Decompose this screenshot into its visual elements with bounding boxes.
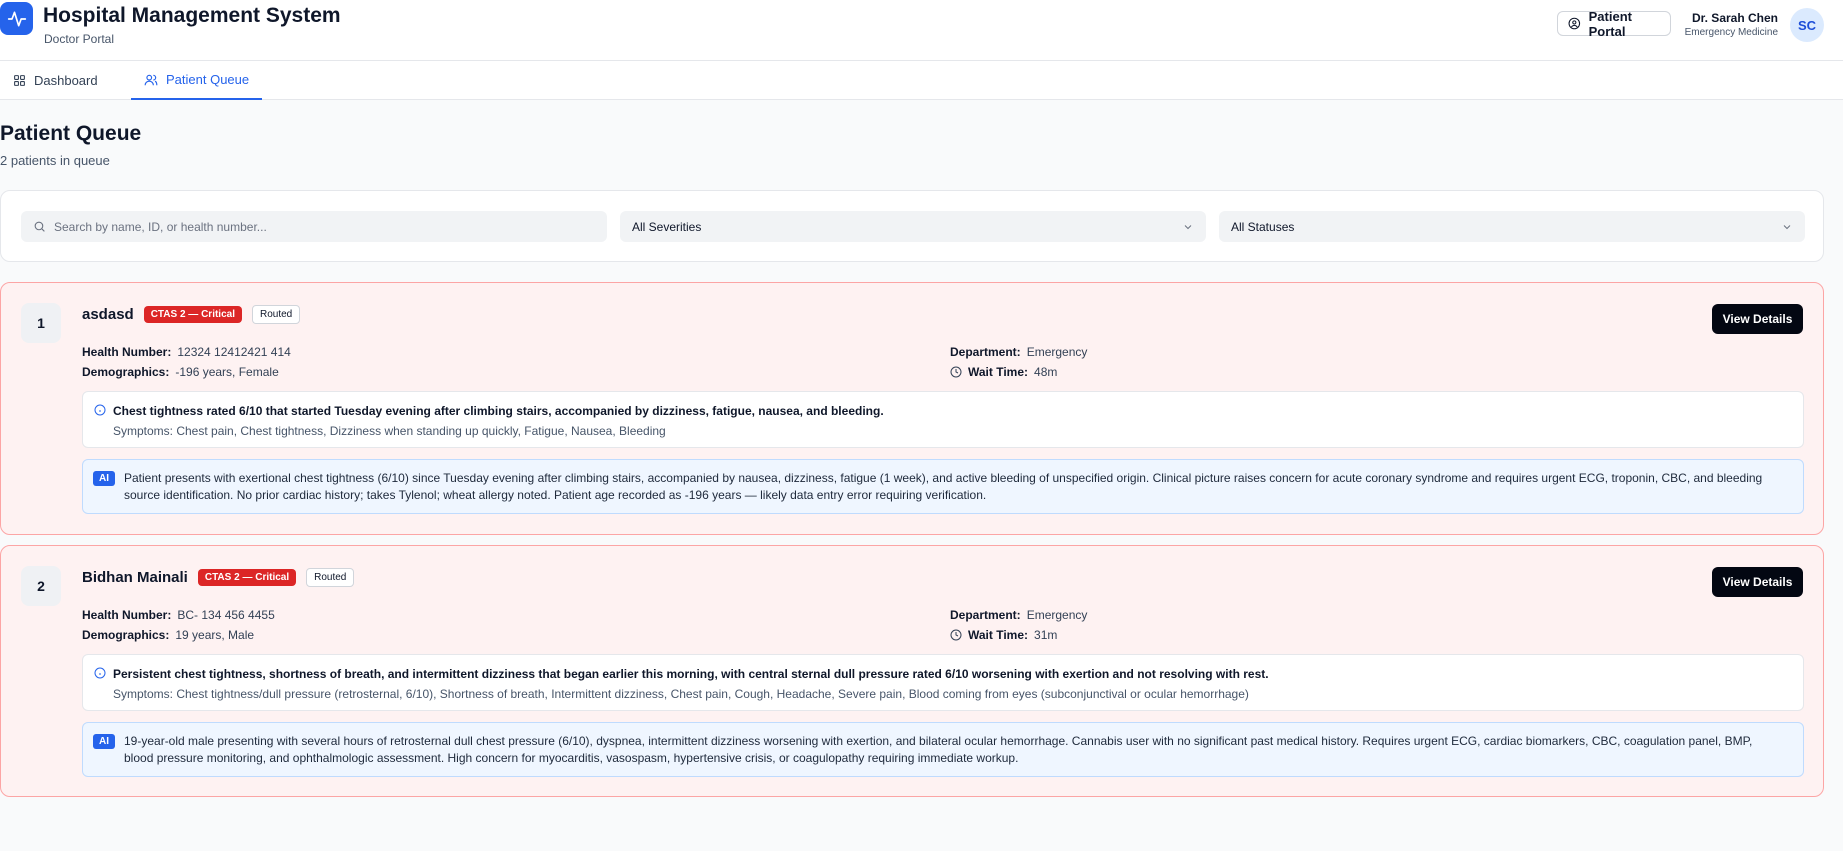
patient-header: Bidhan Mainali CTAS 2 — Critical Routed <box>82 568 355 587</box>
patient-name: Bidhan Mainali <box>82 569 188 586</box>
tab-patient-queue-label: Patient Queue <box>166 72 250 87</box>
tab-dashboard[interactable]: Dashboard <box>13 61 98 100</box>
search-input[interactable] <box>54 219 594 234</box>
wait-time-value: 31m <box>1034 628 1058 642</box>
info-icon <box>94 404 106 416</box>
demographics-label: Demographics: <box>82 365 170 379</box>
severity-badge: CTAS 2 — Critical <box>143 306 242 323</box>
status-select-value: All Statuses <box>1231 219 1295 234</box>
view-details-button[interactable]: View Details <box>1712 567 1803 597</box>
ai-badge: AI <box>93 734 115 749</box>
department-value: Emergency <box>1026 608 1088 622</box>
ai-summary-text: Patient presents with exertional chest t… <box>124 471 1763 502</box>
chevron-down-icon <box>1783 224 1791 229</box>
patient-header: asdasd CTAS 2 — Critical Routed <box>82 305 301 324</box>
patient-card: 2 Bidhan Mainali CTAS 2 — Critical Route… <box>0 545 1824 797</box>
complaint-text: Persistent chest tightness, shortness of… <box>113 667 1269 681</box>
tab-patient-queue[interactable]: Patient Queue <box>131 61 263 100</box>
symptoms-text: Symptoms: Chest tightness/dull pressure … <box>113 687 1249 701</box>
queue-count: 2 patients in queue <box>0 153 110 168</box>
health-number-label: Health Number: <box>82 608 172 622</box>
status-select[interactable]: All Statuses <box>1219 211 1805 242</box>
complaint-text: Chest tightness rated 6/10 that started … <box>113 404 884 418</box>
severity-select[interactable]: All Severities <box>620 211 1206 242</box>
wait-time-label: Wait Time: <box>968 365 1029 379</box>
activity-icon[interactable] <box>0 2 33 35</box>
status-badge: Routed <box>306 568 355 587</box>
chief-complaint: Persistent chest tightness, shortness of… <box>82 654 1804 711</box>
search-icon <box>34 221 45 232</box>
grid-icon <box>14 75 25 86</box>
wait-time-field: Wait Time: 48m <box>950 365 1057 379</box>
search-box[interactable] <box>21 211 607 242</box>
filter-bar: All Severities All Statuses <box>0 190 1824 262</box>
demographics-value: 19 years, Male <box>175 628 255 642</box>
symptoms-text: Symptoms: Chest pain, Chest tightness, D… <box>113 424 666 438</box>
demographics-value: -196 years, Female <box>175 365 279 379</box>
tab-dashboard-label: Dashboard <box>34 73 98 88</box>
wait-time-field: Wait Time: 31m <box>950 628 1057 642</box>
queue-position: 1 <box>21 303 61 343</box>
users-icon <box>144 74 158 85</box>
health-number-value: BC- 134 456 4455 <box>177 608 275 622</box>
ai-summary-text: 19-year-old male presenting with several… <box>124 734 1753 765</box>
demographics-label: Demographics: <box>82 628 170 642</box>
health-number-field: Health Number: 12324 12412421 414 <box>82 345 291 359</box>
severity-badge: CTAS 2 — Critical <box>197 569 297 586</box>
clock-icon <box>950 629 962 641</box>
ai-summary: AI 19-year-old male presenting with seve… <box>82 722 1804 777</box>
status-badge: Routed <box>251 305 301 324</box>
view-details-button[interactable]: View Details <box>1712 304 1803 334</box>
chevron-down-icon <box>1184 224 1192 229</box>
demographics-field: Demographics: -196 years, Female <box>82 365 279 379</box>
ai-badge: AI <box>93 471 115 486</box>
department-field: Department: Emergency <box>950 608 1087 622</box>
health-number-label: Health Number: <box>82 345 172 359</box>
patient-portal-button[interactable]: Patient Portal <box>1557 8 1671 39</box>
queue-position: 2 <box>21 566 61 606</box>
severity-select-value: All Severities <box>632 219 702 234</box>
nav-tabs: Dashboard Patient Queue <box>0 61 1843 100</box>
patient-name: asdasd <box>82 306 134 323</box>
health-number-field: Health Number: BC- 134 456 4455 <box>82 608 275 622</box>
patient-portal-label: Patient Portal <box>1588 8 1632 39</box>
demographics-field: Demographics: 19 years, Male <box>82 628 254 642</box>
chief-complaint: Chest tightness rated 6/10 that started … <box>82 391 1804 448</box>
page-title: Patient Queue <box>0 122 142 145</box>
wait-time-value: 48m <box>1034 365 1058 379</box>
avatar[interactable]: SC <box>1790 8 1824 42</box>
doctor-name: Dr. Sarah Chen <box>1691 11 1778 25</box>
user-circle-icon <box>1568 17 1581 30</box>
department-label: Department: <box>950 345 1021 359</box>
app-header: Hospital Management System Doctor Portal… <box>0 0 1843 61</box>
app-title: Hospital Management System <box>43 4 341 27</box>
department-label: Department: <box>950 608 1021 622</box>
patient-card: 1 asdasd CTAS 2 — Critical Routed View D… <box>0 282 1824 535</box>
health-number-value: 12324 12412421 414 <box>177 345 291 359</box>
app-subtitle: Doctor Portal <box>44 32 115 46</box>
department-field: Department: Emergency <box>950 345 1087 359</box>
clock-icon <box>950 366 962 378</box>
info-icon <box>94 667 106 679</box>
ai-summary: AI Patient presents with exertional ches… <box>82 459 1804 514</box>
doctor-specialty: Emergency Medicine <box>1684 27 1778 38</box>
wait-time-label: Wait Time: <box>968 628 1029 642</box>
department-value: Emergency <box>1026 345 1088 359</box>
